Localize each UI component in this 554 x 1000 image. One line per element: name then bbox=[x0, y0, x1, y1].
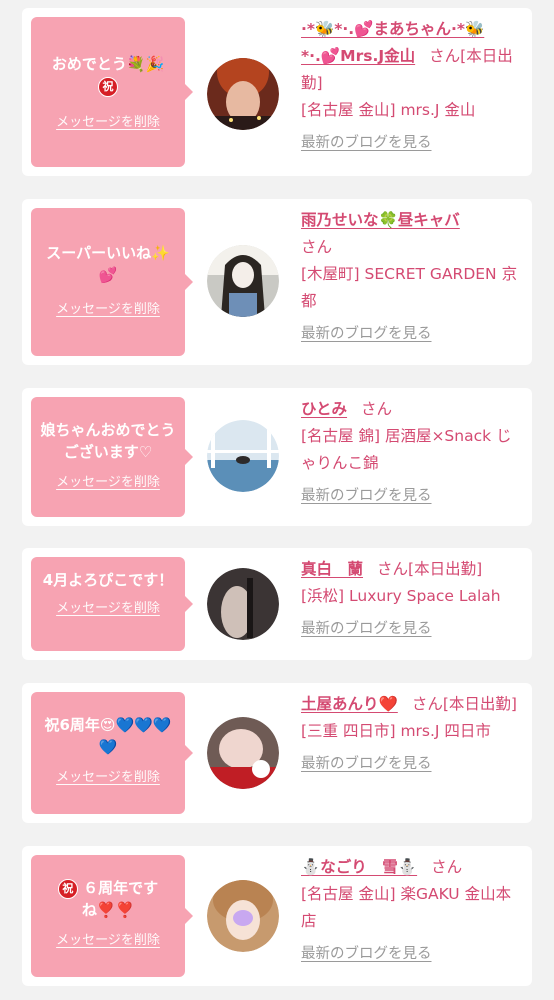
celebration-badge-icon: 祝 bbox=[57, 878, 78, 899]
honorific: さん bbox=[377, 560, 409, 578]
shop-name[interactable]: [名古屋 錦] 居酒屋×Snack じゃりんこ錦 bbox=[301, 427, 512, 472]
delete-message-link[interactable]: メッセージを削除 bbox=[37, 766, 179, 785]
message-text: 4月よろぴこです！ bbox=[42, 571, 174, 589]
latest-blog-link[interactable]: 最新のブログを見る bbox=[301, 751, 523, 778]
sender-info: 真白 蘭さん[本日出勤] [浜松] Luxury Space Lalah 最新の… bbox=[301, 556, 523, 643]
sender-name[interactable]: ⛄なごり 雪⛄ bbox=[301, 858, 417, 876]
honorific: さん bbox=[411, 695, 443, 713]
sender-name-cont[interactable]: *·.💕Mrs.J金山 bbox=[301, 47, 415, 65]
message-card: 祝6周年😍💙💙💙💙 メッセージを削除 土屋あんり❤️ さん[本日出勤] [三重 四… bbox=[22, 683, 532, 823]
avatar[interactable] bbox=[207, 717, 279, 789]
shop-name[interactable]: [浜松] Luxury Space Lalah bbox=[301, 587, 501, 605]
honorific: さん bbox=[431, 858, 463, 876]
attendance-status: [本日出勤] bbox=[408, 560, 483, 578]
sender-name[interactable]: ·*🐝*·.💕まあちゃん·*🐝 bbox=[301, 20, 484, 38]
message-card: スーパーいいね✨💕 メッセージを削除 雨乃せいな🍀昼キャバ さん [木屋町] S… bbox=[22, 199, 532, 365]
shop-name[interactable]: [三重 四日市] mrs.J 四日市 bbox=[301, 722, 491, 740]
sender-info: ひとみ さん [名古屋 錦] 居酒屋×Snack じゃりんこ錦 最新のブログを見る bbox=[301, 396, 523, 510]
delete-message-link[interactable]: メッセージを削除 bbox=[37, 597, 179, 616]
shop-name[interactable]: [木屋町] SECRET GARDEN 京都 bbox=[301, 265, 517, 310]
sender-info: ⛄なごり 雪⛄ さん [名古屋 金山] 楽GAKU 金山本店 最新のブログを見る bbox=[301, 854, 523, 968]
message-card: おめでとう💐🎉 祝 メッセージを削除 ·*🐝*·.💕まあちゃん·*🐝 *·.💕M… bbox=[22, 8, 532, 176]
message-bubble: 4月よろぴこです！ メッセージを削除 bbox=[31, 557, 193, 651]
sender-info: 土屋あんり❤️ さん[本日出勤] [三重 四日市] mrs.J 四日市 最新のブロ… bbox=[301, 691, 523, 778]
message-bubble: スーパーいいね✨💕 メッセージを削除 bbox=[31, 208, 193, 356]
delete-message-link[interactable]: メッセージを削除 bbox=[37, 111, 179, 130]
avatar[interactable] bbox=[207, 880, 279, 952]
sender-name[interactable]: 土屋あんり❤️ bbox=[301, 695, 398, 713]
latest-blog-link[interactable]: 最新のブログを見る bbox=[301, 130, 523, 157]
latest-blog-link[interactable]: 最新のブログを見る bbox=[301, 483, 523, 510]
sender-info: 雨乃せいな🍀昼キャバ さん [木屋町] SECRET GARDEN 京都 最新の… bbox=[301, 207, 523, 348]
message-bubble: おめでとう💐🎉 祝 メッセージを削除 bbox=[31, 17, 193, 167]
message-bubble: 祝 ６周年ですね❣️❣️ メッセージを削除 bbox=[31, 855, 193, 977]
latest-blog-link[interactable]: 最新のブログを見る bbox=[301, 321, 523, 348]
message-bubble: 娘ちゃんおめでとうございます♡ メッセージを削除 bbox=[31, 397, 193, 517]
delete-message-link[interactable]: メッセージを削除 bbox=[37, 298, 179, 317]
honorific: さん bbox=[429, 47, 461, 65]
message-text: 祝6周年😍💙💙💙💙 bbox=[44, 716, 172, 756]
bouquet-icon: 💐🎉 bbox=[126, 55, 165, 73]
avatar[interactable] bbox=[207, 420, 279, 492]
message-text: ６周年ですね❣️❣️ bbox=[81, 879, 159, 919]
message-bubble: 祝6周年😍💙💙💙💙 メッセージを削除 bbox=[31, 692, 193, 814]
sender-name[interactable]: 真白 蘭 bbox=[301, 560, 363, 578]
celebration-badge-icon: 祝 bbox=[98, 76, 118, 97]
honorific: さん bbox=[301, 238, 333, 256]
message-text: 娘ちゃんおめでとうございます♡ bbox=[40, 421, 176, 461]
message-card: 娘ちゃんおめでとうございます♡ メッセージを削除 ひとみ さん [名古屋 錦] 居… bbox=[22, 388, 532, 526]
attendance-status: [本日出勤] bbox=[442, 695, 517, 713]
honorific: さん bbox=[361, 400, 393, 418]
message-card: 4月よろぴこです！ メッセージを削除 真白 蘭さん[本日出勤] [浜松] Lux… bbox=[22, 548, 532, 660]
latest-blog-link[interactable]: 最新のブログを見る bbox=[301, 616, 523, 643]
message-text: おめでとう bbox=[51, 55, 127, 73]
message-text: スーパーいいね✨💕 bbox=[46, 244, 170, 284]
sender-info: ·*🐝*·.💕まあちゃん·*🐝 *·.💕Mrs.J金山 さん[本日出勤] [名古屋… bbox=[301, 16, 523, 157]
avatar[interactable] bbox=[207, 245, 279, 317]
avatar[interactable] bbox=[207, 568, 279, 640]
shop-name[interactable]: [名古屋 金山] mrs.J 金山 bbox=[301, 101, 475, 119]
latest-blog-link[interactable]: 最新のブログを見る bbox=[301, 941, 523, 968]
shop-name[interactable]: [名古屋 金山] 楽GAKU 金山本店 bbox=[301, 885, 511, 930]
delete-message-link[interactable]: メッセージを削除 bbox=[37, 471, 179, 490]
delete-message-link[interactable]: メッセージを削除 bbox=[37, 929, 179, 948]
sender-name[interactable]: ひとみ bbox=[301, 400, 347, 418]
sender-name[interactable]: 雨乃せいな🍀昼キャバ bbox=[301, 211, 460, 229]
message-card: 祝 ６周年ですね❣️❣️ メッセージを削除 ⛄なごり 雪⛄ さん [名古屋 金山]… bbox=[22, 846, 532, 986]
avatar[interactable] bbox=[207, 58, 279, 130]
